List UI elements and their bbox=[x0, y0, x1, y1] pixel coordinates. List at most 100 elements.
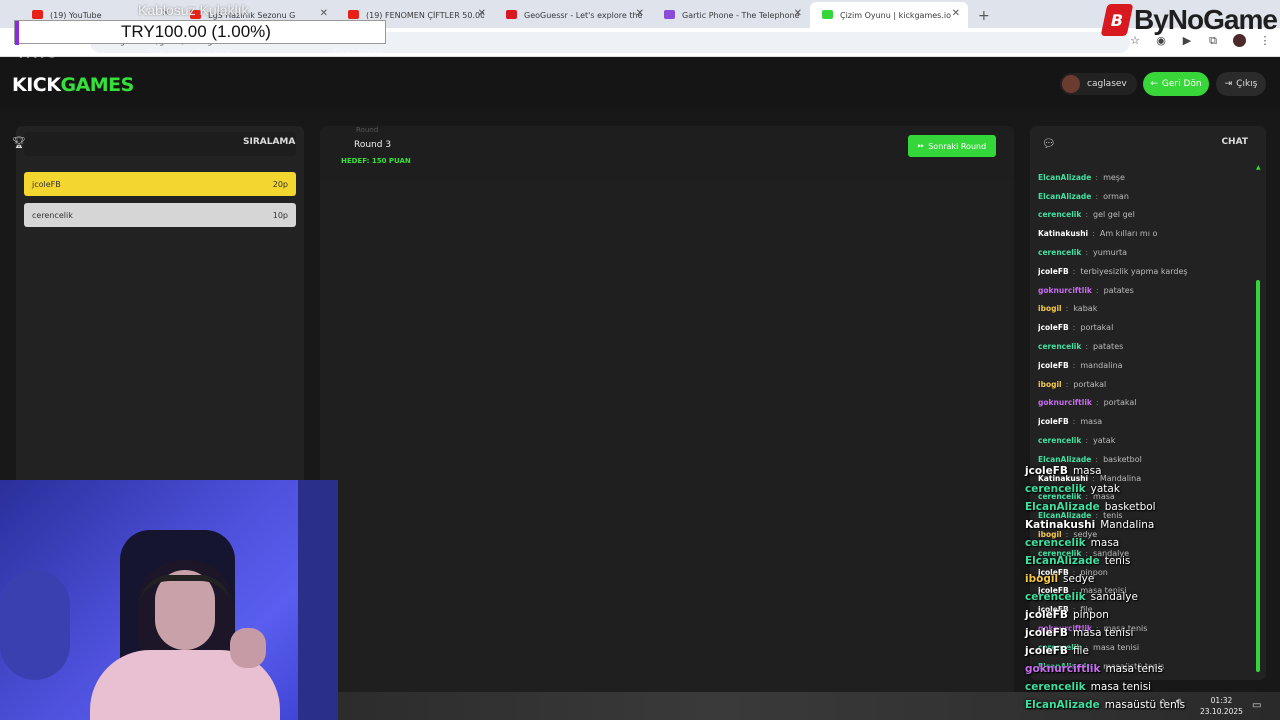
overlay-chat-text: pinpon bbox=[1072, 609, 1109, 621]
chat-title: CHAT bbox=[1221, 137, 1248, 147]
stream-chat-overlay: jcoleFB masa cerencelik yatak ElcanAlizade ba… bbox=[1025, 462, 1275, 714]
chat-username[interactable]: ElcanAlizade bbox=[1038, 173, 1091, 182]
overlay-chat-text: masa bbox=[1072, 465, 1102, 477]
next-round-label: Sonraki Round bbox=[928, 141, 987, 151]
overlay-chat-username: ElcanAlizade bbox=[1025, 501, 1100, 513]
chat-username[interactable]: goknurciftlik bbox=[1038, 398, 1092, 407]
chat-username[interactable]: jcoleFB bbox=[1038, 267, 1069, 276]
overlay-chat-username: ElcanAlizade bbox=[1025, 699, 1100, 711]
back-button-label: Geri Dön bbox=[1161, 79, 1202, 89]
tab-title: (19) FENOMEN ÇİFTLER 50.000 bbox=[366, 10, 484, 20]
overlay-chat-message: cerencelik masa tenisi bbox=[1025, 678, 1275, 696]
overlay-chat-message: ElcanAlizade basketbol bbox=[1025, 498, 1275, 516]
bynogame-logo-icon: B bbox=[1100, 4, 1134, 36]
chat-separator: : bbox=[1065, 379, 1069, 389]
tab-close-icon[interactable]: ✕ bbox=[794, 8, 802, 19]
chat-username[interactable]: cerencelik bbox=[1038, 248, 1081, 257]
next-round-button[interactable]: ⏩︎ Sonraki Round bbox=[908, 135, 996, 157]
overlay-chat-username: jcoleFB bbox=[1025, 609, 1068, 621]
chat-text: yatak bbox=[1093, 436, 1116, 446]
chat-text: yumurta bbox=[1093, 248, 1128, 258]
chat-text: patates bbox=[1103, 285, 1134, 295]
chat-text: terbiyesizlik yapma kardeş bbox=[1080, 266, 1188, 276]
tab-favicon-icon bbox=[348, 10, 359, 19]
browser-tab[interactable]: Gartic Phone - The Telephone G ✕ bbox=[652, 2, 810, 28]
chat-username[interactable]: ElcanAlizade bbox=[1038, 192, 1091, 201]
chat-separator: : bbox=[1072, 323, 1076, 333]
tab-close-icon[interactable]: ✕ bbox=[320, 8, 328, 19]
overlay-chat-username: ElcanAlizade bbox=[1025, 555, 1100, 567]
chat-text: patates bbox=[1093, 342, 1124, 352]
browser-tab[interactable]: GeoGuessr - Let's explore the w ✕ bbox=[494, 2, 652, 28]
logout-button[interactable]: ⇥ Çıkış bbox=[1216, 72, 1266, 96]
headset-icon bbox=[140, 575, 230, 605]
chat-message: Katinakushi: Am kılları mı o bbox=[1038, 224, 1252, 243]
chat-bubbles-icon: 💬︎ bbox=[1042, 137, 1056, 150]
chat-username[interactable]: cerencelik bbox=[1038, 342, 1081, 351]
chat-separator: : bbox=[1095, 285, 1099, 295]
chat-message: cerencelik: yumurta bbox=[1038, 243, 1252, 262]
player-name: jcoleFB bbox=[32, 179, 61, 189]
tab-title: GeoGuessr - Let's explore the w bbox=[524, 10, 642, 20]
sponsor-logo: B ByNoGame bbox=[1100, 2, 1278, 38]
chat-username[interactable]: cerencelik bbox=[1038, 210, 1081, 219]
target-score: HEDEF: 150 PUAN bbox=[341, 157, 411, 165]
overlay-chat-username: cerencelik bbox=[1025, 537, 1086, 549]
tab-close-icon[interactable]: ✕ bbox=[952, 8, 960, 19]
ranking-title: SIRALAMA bbox=[243, 137, 296, 147]
chat-message: cerencelik: gel gel gel bbox=[1038, 206, 1252, 225]
kickgames-logo[interactable]: KICKGAMES bbox=[12, 74, 134, 96]
drawing-canvas[interactable] bbox=[320, 180, 1014, 692]
logo-games: GAMES bbox=[60, 74, 134, 96]
overlay-chat-text: masa tenisi bbox=[1072, 627, 1134, 639]
chat-text: kabak bbox=[1073, 304, 1098, 314]
chat-text: masa bbox=[1080, 417, 1103, 427]
chat-username[interactable]: jcoleFB bbox=[1038, 417, 1069, 426]
scroll-up-icon[interactable]: ▲ bbox=[1256, 164, 1261, 171]
overlay-chat-username: jcoleFB bbox=[1025, 645, 1068, 657]
overlay-chat-message: ElcanAlizade tenis bbox=[1025, 552, 1275, 570]
chat-text: meşe bbox=[1103, 172, 1125, 182]
sponsor-logo-text: ByNoGame bbox=[1134, 4, 1278, 35]
overlay-chat-text: Mandalina bbox=[1100, 519, 1155, 531]
tab-favicon-icon bbox=[822, 10, 833, 19]
chat-username[interactable]: jcoleFB bbox=[1038, 361, 1069, 370]
overlay-chat-text: sedye bbox=[1063, 573, 1095, 585]
back-button[interactable]: ← Geri Dön bbox=[1143, 72, 1209, 96]
new-tab-button[interactable]: + bbox=[968, 8, 1000, 28]
overlay-chat-text: file bbox=[1072, 645, 1089, 657]
webcam-plush bbox=[0, 570, 70, 680]
overlay-chat-text: masaüstü tenis bbox=[1104, 699, 1186, 711]
chat-message: ibogil: portakal bbox=[1038, 375, 1252, 394]
chat-message: jcoleFB: masa bbox=[1038, 412, 1252, 431]
chat-username[interactable]: Katinakushi bbox=[1038, 229, 1088, 238]
chat-username[interactable]: ibogil bbox=[1038, 380, 1062, 389]
overlay-chat-message: cerencelik yatak bbox=[1025, 480, 1275, 498]
chat-message: ElcanAlizade: meşe bbox=[1038, 168, 1252, 187]
fast-forward-icon: ⏩︎ bbox=[917, 141, 925, 150]
chat-separator: : bbox=[1085, 248, 1089, 258]
logout-button-label: Çıkış bbox=[1236, 79, 1258, 89]
chat-separator: : bbox=[1095, 191, 1099, 201]
round-title: Round 3 bbox=[354, 140, 392, 150]
chat-username[interactable]: cerencelik bbox=[1038, 436, 1081, 445]
trophy-icon: 🏆︎ bbox=[12, 136, 26, 149]
chat-username[interactable]: goknurciftlik bbox=[1038, 286, 1092, 295]
player-points: 10p bbox=[272, 210, 288, 220]
overlay-chat-message: cerencelik sandalye bbox=[1025, 588, 1275, 606]
webcam-streamer-hand bbox=[230, 628, 266, 668]
browser-tab[interactable]: Çizim Oyunu | kickgames.io ✕ bbox=[810, 2, 968, 28]
logout-icon: ⇥ bbox=[1224, 79, 1233, 89]
tab-close-icon[interactable]: ✕ bbox=[478, 8, 486, 19]
donation-goal-bar: TRY100.00 (1.00%) bbox=[14, 20, 386, 45]
overlay-chat-text: masa tenisi bbox=[1090, 681, 1152, 693]
chat-username[interactable]: jcoleFB bbox=[1038, 323, 1069, 332]
avatar bbox=[1062, 75, 1080, 93]
user-menu[interactable]: caglasev bbox=[1060, 73, 1137, 95]
overlay-chat-username: goknurciftlik bbox=[1025, 663, 1101, 675]
tab-close-icon[interactable]: ✕ bbox=[636, 8, 644, 19]
chat-username[interactable]: ibogil bbox=[1038, 304, 1062, 313]
chat-message: goknurciftlik: patates bbox=[1038, 281, 1252, 300]
chat-separator: : bbox=[1072, 417, 1076, 427]
chat-message: ibogil: kabak bbox=[1038, 300, 1252, 319]
